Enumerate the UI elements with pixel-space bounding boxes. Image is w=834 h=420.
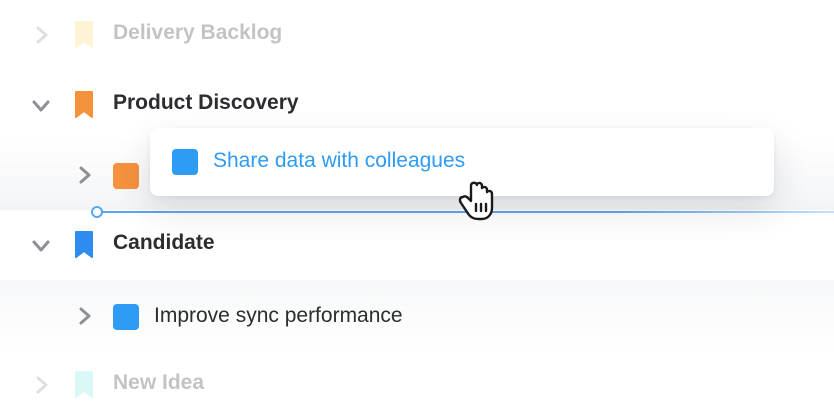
tree-group-label: Delivery Backlog [113,21,283,44]
dragged-item-label: Share data with colleagues [213,149,466,172]
tree-group-label: New Idea [113,371,205,394]
grab-hand-icon [458,181,494,221]
tree-group-new-idea[interactable]: New Idea [0,352,834,420]
chevron-down-icon[interactable] [32,239,50,253]
chevron-right-icon[interactable] [35,26,49,44]
item-color-square [113,163,139,189]
chevron-down-icon[interactable] [32,99,50,113]
tree-group-label: Product Discovery [113,91,299,114]
tree-group-label: Candidate [113,231,215,254]
bookmark-icon [75,21,93,48]
chevron-right-icon[interactable] [35,376,49,394]
bookmark-icon [75,91,93,118]
item-color-square [172,149,198,175]
tree-item-label: Improve sync performance [154,304,403,327]
bookmark-icon [75,371,93,398]
item-color-square [113,304,139,330]
bookmark-icon [75,231,93,258]
tree-group-candidate[interactable]: Candidate [0,210,834,278]
tree-item-row[interactable]: Improve sync performance [0,280,834,350]
chevron-right-icon[interactable] [78,307,92,325]
chevron-right-icon[interactable] [78,166,92,184]
tree-group-delivery-backlog[interactable]: Delivery Backlog [0,0,834,68]
